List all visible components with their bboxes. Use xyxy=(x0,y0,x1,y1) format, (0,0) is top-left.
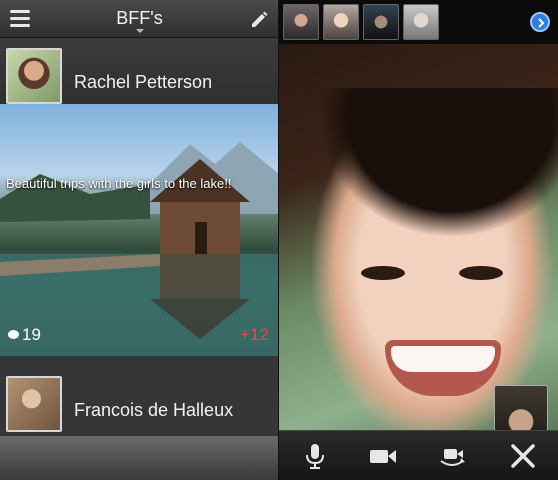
speech-bubble-icon xyxy=(8,330,19,340)
poster-name[interactable]: Rachel Petterson xyxy=(74,72,212,93)
video-eye-shape xyxy=(361,266,405,280)
video-eye-shape xyxy=(459,266,503,280)
comment-count-value: 19 xyxy=(22,325,41,344)
avatar[interactable] xyxy=(6,376,62,432)
group-title[interactable]: BFF's xyxy=(0,8,279,29)
post-caption: Beautiful trips with the girls to the la… xyxy=(6,176,232,191)
lake-scene-illustration xyxy=(0,142,279,356)
avatar[interactable] xyxy=(6,48,62,104)
post-photo[interactable] xyxy=(0,436,279,480)
video-camera-icon[interactable] xyxy=(368,441,398,471)
participant-thumbnail[interactable] xyxy=(403,4,439,40)
participant-thumbnail[interactable] xyxy=(363,4,399,40)
post-header: Rachel Petterson xyxy=(0,38,279,104)
end-call-icon[interactable] xyxy=(508,441,538,471)
feed-post[interactable]: Francois de Halleux xyxy=(0,356,279,480)
feed-header: BFF's xyxy=(0,0,279,38)
remote-video xyxy=(279,44,558,461)
post-photo[interactable]: Beautiful trips with the girls to the la… xyxy=(0,104,279,356)
app-screen: BFF's Rachel Petterson Beautiful trips w… xyxy=(0,0,558,480)
video-smile-shape xyxy=(385,340,501,396)
microphone-icon[interactable] xyxy=(300,441,330,471)
chevron-down-icon[interactable] xyxy=(136,29,144,33)
call-controls xyxy=(279,430,558,480)
feed-post[interactable]: Rachel Petterson Beautiful trips with th… xyxy=(0,38,279,356)
video-hair-shape xyxy=(319,88,558,238)
pencil-icon[interactable] xyxy=(249,9,269,29)
poster-name[interactable]: Francois de Halleux xyxy=(74,400,233,421)
feed-pane: BFF's Rachel Petterson Beautiful trips w… xyxy=(0,0,279,480)
next-participants-button[interactable] xyxy=(530,12,550,32)
participant-thumbnail[interactable] xyxy=(283,4,319,40)
plus-count[interactable]: +12 xyxy=(240,325,269,345)
video-call-pane xyxy=(279,0,558,480)
chevron-right-icon xyxy=(538,18,545,28)
participant-thumbnail[interactable] xyxy=(323,4,359,40)
switch-camera-icon[interactable] xyxy=(437,441,467,471)
participant-strip xyxy=(279,0,558,44)
comment-count[interactable]: 19 xyxy=(8,325,41,345)
